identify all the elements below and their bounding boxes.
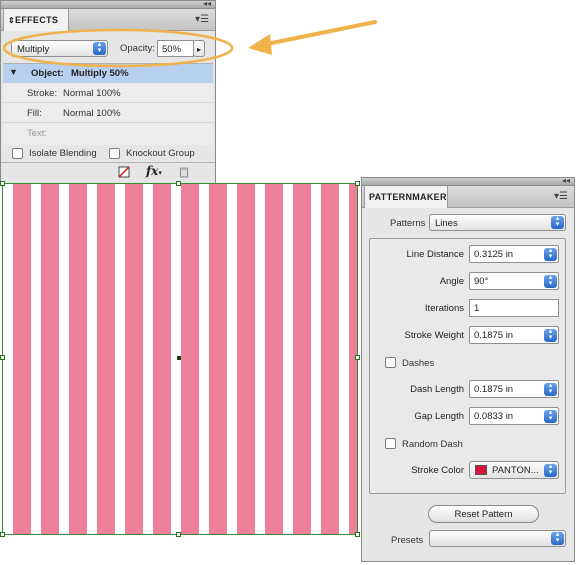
fill-label: Fill: xyxy=(27,108,42,119)
random-dash-checkbox[interactable] xyxy=(385,438,396,449)
highlight-ellipse xyxy=(2,28,234,68)
stepper-icon[interactable]: ▴ ▾ xyxy=(544,247,557,261)
annotation-arrow-shaft xyxy=(260,20,377,47)
iterations-label: Iterations xyxy=(424,303,464,314)
stroke-weight-input[interactable]: 0.1875 in ▴ ▾ xyxy=(469,326,559,344)
angle-value: 90° xyxy=(474,276,489,287)
annotation-overlay xyxy=(2,20,377,68)
stroke-color-select[interactable]: PANTON... ▴ ▾ xyxy=(469,461,559,479)
tab-patternmaker[interactable]: PATTERNMAKER xyxy=(364,186,448,208)
dash-length-label: Dash Length xyxy=(410,384,464,395)
selection-handle[interactable] xyxy=(0,532,5,537)
patternmaker-panel: ◂◂ PATTERNMAKER ▾☰ Patterns Lines ▴ ▾ Lin… xyxy=(361,176,575,562)
select-stepper-icon: ▴ ▾ xyxy=(551,215,564,229)
knockout-group-label: Knockout Group xyxy=(126,148,195,159)
reset-pattern-label: Reset Pattern xyxy=(454,509,513,520)
patterns-select[interactable]: Lines ▴ ▾ xyxy=(429,214,566,231)
selection-handle[interactable] xyxy=(0,355,5,360)
gap-length-input[interactable]: 0.0833 in ▴ ▾ xyxy=(469,407,559,425)
list-item-text[interactable]: Text: xyxy=(3,123,213,143)
stepper-icon[interactable]: ▴ ▾ xyxy=(544,274,557,288)
dashes-label: Dashes xyxy=(402,358,435,369)
tab-patternmaker-label: PATTERNMAKER xyxy=(369,192,447,202)
patterns-label: Patterns xyxy=(390,218,426,229)
gap-length-label: Gap Length xyxy=(414,411,464,422)
stroke-color-label: Stroke Color xyxy=(411,465,464,476)
center-point xyxy=(177,356,181,360)
stepper-icon[interactable]: ▴ ▾ xyxy=(544,409,557,423)
stroke-weight-value: 0.1875 in xyxy=(474,330,514,341)
selection-handle[interactable] xyxy=(355,532,360,537)
select-stepper-icon: ▴ ▾ xyxy=(544,463,557,477)
line-distance-label: Line Distance xyxy=(406,249,464,260)
trash-icon[interactable] xyxy=(179,166,189,178)
stroke-label: Stroke: xyxy=(27,88,58,99)
selection-handle[interactable] xyxy=(355,181,360,186)
list-item-stroke[interactable]: Stroke: Normal 100% xyxy=(3,83,213,103)
selection-handle[interactable] xyxy=(176,532,181,537)
panel-menu-icon[interactable]: ▾☰ xyxy=(554,191,568,202)
patternmaker-titlebar[interactable]: ◂◂ xyxy=(362,176,574,186)
dash-length-input[interactable]: 0.1875 in ▴ ▾ xyxy=(469,380,559,398)
dash-length-value: 0.1875 in xyxy=(474,384,514,395)
angle-input[interactable]: 90° ▴ ▾ xyxy=(469,272,559,290)
dashes-checkbox[interactable] xyxy=(385,357,396,368)
reset-pattern-button[interactable]: Reset Pattern xyxy=(428,505,539,523)
isolate-blending-label: Isolate Blending xyxy=(29,148,97,159)
color-swatch xyxy=(475,465,487,475)
selection-handle[interactable] xyxy=(0,181,5,186)
patterns-value: Lines xyxy=(435,218,458,229)
stroke-color-value: PANTON... xyxy=(492,465,539,476)
fx-icon[interactable]: fx▾ xyxy=(146,164,162,178)
stepper-icon[interactable]: ▴ ▾ xyxy=(544,382,557,396)
text-label: Text: xyxy=(27,128,48,139)
stepper-icon[interactable]: ▴ ▾ xyxy=(544,328,557,342)
gap-length-value: 0.0833 in xyxy=(474,411,514,422)
line-distance-input[interactable]: 0.3125 in ▴ ▾ xyxy=(469,245,559,263)
fill-value: Normal 100% xyxy=(63,108,121,119)
collapse-icon[interactable]: ◂◂ xyxy=(562,176,570,186)
knockout-group-checkbox[interactable] xyxy=(109,148,120,159)
isolate-blending-checkbox[interactable] xyxy=(12,148,23,159)
stroke-weight-label: Stroke Weight xyxy=(404,330,465,341)
angle-label: Angle xyxy=(439,276,464,287)
selection-handle[interactable] xyxy=(355,355,360,360)
presets-label: Presets xyxy=(391,535,424,546)
stroke-value: Normal 100% xyxy=(63,88,121,99)
line-distance-value: 0.3125 in xyxy=(474,249,514,260)
iterations-value: 1 xyxy=(474,303,480,314)
annotation-arrow-head xyxy=(248,34,272,55)
divider xyxy=(1,162,215,163)
patternmaker-tabstrip: PATTERNMAKER ▾☰ xyxy=(362,186,574,208)
random-dash-label: Random Dash xyxy=(402,439,463,450)
presets-select[interactable]: ▴ ▾ xyxy=(429,530,566,547)
list-item-fill[interactable]: Fill: Normal 100% xyxy=(3,103,213,123)
select-stepper-icon: ▴ ▾ xyxy=(551,531,564,545)
selection-handle[interactable] xyxy=(176,181,181,186)
clear-effects-icon[interactable] xyxy=(118,166,130,178)
iterations-input[interactable]: 1 xyxy=(469,299,559,317)
